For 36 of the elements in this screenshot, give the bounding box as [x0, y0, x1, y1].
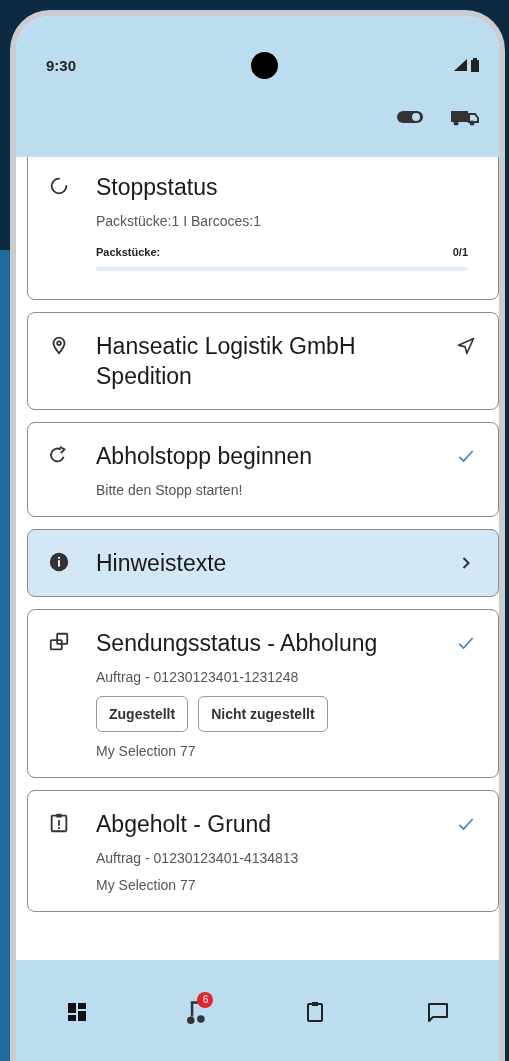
- card-note: My Selection 77: [96, 743, 197, 759]
- card-title: Stoppstatus: [96, 173, 219, 202]
- clipboard-alert-icon: [48, 812, 70, 834]
- progress-card[interactable]: Stoppstatus Packstücke:1 I Barcoces:1 Packstücke: 0/1: [27, 157, 499, 300]
- battery-icon: [471, 58, 479, 72]
- progress-reading: 0/1: [452, 246, 468, 258]
- status-button[interactable]: Zugestellt: [96, 696, 189, 732]
- card-title: Sendungsstatus - Abholung: [96, 629, 379, 658]
- camera-cutout: [251, 51, 278, 79]
- loading-icon: [48, 175, 70, 197]
- card-title: Abholstopp beginnen: [96, 442, 314, 471]
- nav-button[interactable]: 6: [177, 990, 216, 1034]
- start-card[interactable]: Abholstopp beginnen Bitte den Stopp starten!: [27, 422, 499, 517]
- progress-label: Packstücke:: [96, 246, 161, 258]
- count-badge: 6: [197, 992, 214, 1008]
- reason-card[interactable]: Abgeholt - Grund Auftrag - 01230123401-4134813 My Selection 77: [27, 790, 499, 912]
- toggle-icon[interactable]: [397, 110, 423, 124]
- card-title: Hinweistexte: [96, 549, 228, 578]
- address-card[interactable]: Hanseatic Logistik GmbH Spedition: [27, 312, 499, 410]
- shipment-card[interactable]: Sendungsstatus - Abholung Auftrag - 01230123401-1231248 Zugestellt Nicht zugestellt My Selection 77: [27, 609, 499, 778]
- status-button[interactable]: Nicht zugestellt: [198, 696, 328, 732]
- boxes-icon: [48, 631, 70, 653]
- chat-icon: [425, 1000, 450, 1024]
- info-card[interactable]: Hinweistexte: [27, 529, 499, 597]
- card-subtitle: Bitte den Stopp starten!: [96, 482, 244, 498]
- card-subtitle: Auftrag - 01230123401-4134813: [96, 850, 300, 866]
- card-subtitle: Auftrag - 01230123401-1231248: [96, 669, 300, 685]
- card-title: Abgeholt - Grund: [96, 810, 273, 839]
- card-subtitle: Packstücke:1 I Barcoces:1: [96, 213, 262, 229]
- card-title: Hanseatic Logistik GmbH Spedition: [96, 332, 357, 391]
- truck-icon[interactable]: [451, 110, 479, 126]
- status-time: 9:30: [46, 56, 77, 74]
- card-note: My Selection 77: [96, 877, 197, 893]
- navigation-icon[interactable]: [456, 336, 476, 356]
- signal-icon: [453, 58, 467, 72]
- info-icon: [48, 551, 70, 573]
